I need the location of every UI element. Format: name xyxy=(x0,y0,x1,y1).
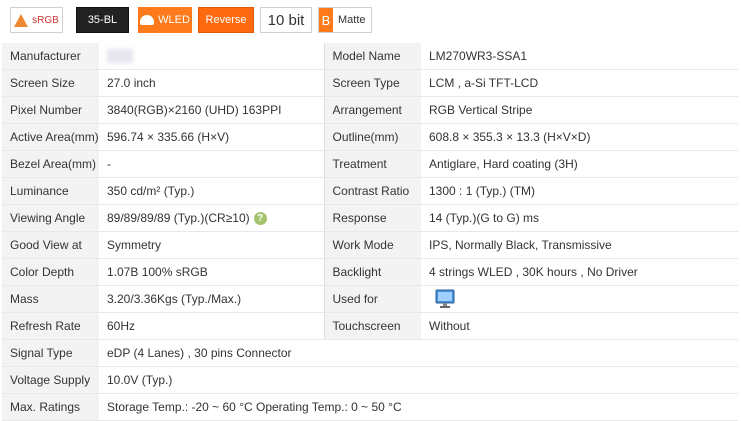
spec-label: Max. Ratings xyxy=(2,393,99,421)
spec-label: Color Depth xyxy=(2,258,99,286)
spec-value: LCM , a-Si TFT-LCD xyxy=(421,69,738,97)
blurred-manufacturer xyxy=(107,49,133,64)
spec-value: RGB Vertical Stripe xyxy=(421,96,738,124)
spec-row: Pixel Number 3840(RGB)×2160 (UHD) 163PPI A… xyxy=(2,96,738,124)
spec-value: 608.8 × 355.3 × 13.3 (H×V×D) xyxy=(421,123,738,151)
matte-badge: B Matte xyxy=(318,7,372,33)
spec-value: LM270WR3-SSA1 xyxy=(421,43,738,70)
spec-label: Screen Type xyxy=(324,69,421,97)
spec-value: 89/89/89/89 (Typ.)(CR≥10)? xyxy=(99,204,325,232)
help-icon[interactable]: ? xyxy=(253,212,267,226)
spec-value: 1300 : 1 (Typ.) (TM) xyxy=(421,177,738,205)
wled-badge: WLED xyxy=(138,7,192,33)
spec-row: Bezel Area(mm) - Treatment Antiglare, Hard … xyxy=(2,150,738,178)
color-triangle-icon xyxy=(14,13,29,27)
spec-label: Signal Type xyxy=(2,339,99,367)
spec-row: Good View at Symmetry Work Mode IPS, Normal… xyxy=(2,231,738,259)
led-icon xyxy=(140,15,155,25)
spec-value: Storage Temp.: -20 ~ 60 °C Operating Tem… xyxy=(99,393,738,421)
matte-letter-icon: B xyxy=(319,8,333,32)
monitor-icon xyxy=(435,289,455,308)
spec-value: 350 cd/m² (Typ.) xyxy=(99,177,325,205)
spec-value: 3840(RGB)×2160 (UHD) 163PPI xyxy=(99,96,325,124)
spec-value: 60Hz xyxy=(99,312,325,340)
spec-label: Outline(mm) xyxy=(324,123,421,151)
spec-value: Symmetry xyxy=(99,231,325,259)
spec-row: Active Area(mm) 596.74 × 335.66 (H×V) Outl… xyxy=(2,123,738,151)
spec-label: Work Mode xyxy=(324,231,421,259)
spec-value: 14 (Typ.)(G to G) ms xyxy=(421,204,738,232)
spec-label: Backlight xyxy=(324,258,421,286)
spec-label: Model Name xyxy=(324,43,421,70)
spec-label: Arrangement xyxy=(324,96,421,124)
spec-row: Screen Size 27.0 inch Screen Type LCM , a-S… xyxy=(2,69,738,97)
reverse-badge: Reverse xyxy=(198,7,254,33)
spec-value xyxy=(99,43,325,70)
spec-value: 4 strings WLED , 30K hours , No Driver xyxy=(421,258,738,286)
spec-row: Refresh Rate 60Hz Touchscreen Without xyxy=(2,312,738,340)
srgb-badge: sRGB xyxy=(10,7,63,33)
spec-value: - xyxy=(99,150,325,178)
spec-value: eDP (4 Lanes) , 30 pins Connector xyxy=(99,339,738,367)
spec-label: Pixel Number xyxy=(2,96,99,124)
spec-value xyxy=(421,285,738,313)
spec-label: Mass xyxy=(2,285,99,313)
spec-row: Mass 3.20/3.36Kgs (Typ./Max.) Used for xyxy=(2,285,738,313)
spec-label: Active Area(mm) xyxy=(2,123,99,151)
spec-label: Used for xyxy=(324,285,421,313)
spec-row: Viewing Angle 89/89/89/89 (Typ.)(CR≥10)? R… xyxy=(2,204,738,232)
spec-label: Luminance xyxy=(2,177,99,205)
spec-label: Voltage Supply xyxy=(2,366,99,394)
spec-table-body: Manufacturer Model Name LM270WR3-SSA1 Scree… xyxy=(2,43,738,421)
spec-label: Manufacturer xyxy=(2,43,99,70)
spec-table: Manufacturer Model Name LM270WR3-SSA1 Scree… xyxy=(2,43,738,421)
bit-depth-badge: 10 bit xyxy=(260,7,312,33)
spec-label: Screen Size xyxy=(2,69,99,97)
spec-label: Viewing Angle xyxy=(2,204,99,232)
spec-value: 596.74 × 335.66 (H×V) xyxy=(99,123,325,151)
spec-value: IPS, Normally Black, Transmissive xyxy=(421,231,738,259)
spec-label: Contrast Ratio xyxy=(324,177,421,205)
spec-label: Good View at xyxy=(2,231,99,259)
spec-row: Luminance 350 cd/m² (Typ.) Contrast Ratio 1… xyxy=(2,177,738,205)
spec-value: 10.0V (Typ.) xyxy=(99,366,738,394)
spec-label: Touchscreen xyxy=(324,312,421,340)
spec-label: Response xyxy=(324,204,421,232)
spec-row: Manufacturer Model Name LM270WR3-SSA1 xyxy=(2,43,738,70)
spec-value: 3.20/3.36Kgs (Typ./Max.) xyxy=(99,285,325,313)
spec-value: Antiglare, Hard coating (3H) xyxy=(421,150,738,178)
spec-value: 27.0 inch xyxy=(99,69,325,97)
backlight-badge: 35-BL xyxy=(76,7,129,33)
spec-label: Bezel Area(mm) xyxy=(2,150,99,178)
spec-row: Color Depth 1.07B 100% sRGB Backlight 4 str… xyxy=(2,258,738,286)
spec-row: Max. Ratings Storage Temp.: -20 ~ 60 °C O… xyxy=(2,393,738,421)
spec-value: 1.07B 100% sRGB xyxy=(99,258,325,286)
spec-row: Signal Type eDP (4 Lanes) , 30 pins Conne… xyxy=(2,339,738,367)
spec-value: Without xyxy=(421,312,738,340)
spec-row: Voltage Supply 10.0V (Typ.) xyxy=(2,366,738,394)
spec-label: Refresh Rate xyxy=(2,312,99,340)
spec-label: Treatment xyxy=(324,150,421,178)
